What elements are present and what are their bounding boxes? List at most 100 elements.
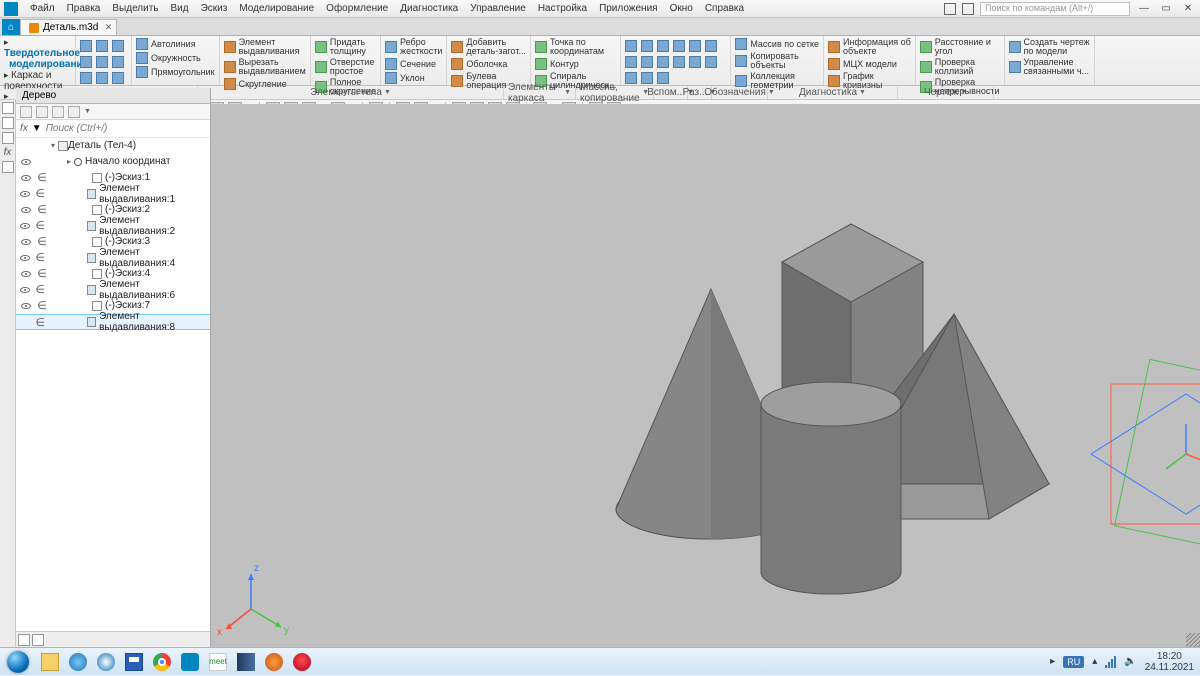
pb-icon[interactable]: [32, 634, 44, 646]
redo-icon[interactable]: [112, 56, 124, 68]
rib-icon[interactable]: [641, 72, 653, 84]
ribbon-category[interactable]: Чертеж▼: [898, 86, 994, 99]
ribbon-command[interactable]: Сечение: [385, 58, 442, 70]
command-search[interactable]: Поиск по командам (Alt+/): [980, 2, 1130, 16]
minimize-button[interactable]: —: [1136, 2, 1152, 16]
eps-icon[interactable]: ∈: [37, 235, 47, 248]
home-tab[interactable]: ⌂: [2, 19, 20, 35]
layout-icon[interactable]: [944, 3, 956, 15]
rib-icon[interactable]: [673, 40, 685, 52]
rib-icon[interactable]: [673, 56, 685, 68]
ribbon-command[interactable]: Управлениесвязанными ч...: [1009, 58, 1090, 76]
eps-icon[interactable]: ∈: [37, 299, 47, 312]
ribbon-command[interactable]: Массив по сетке: [735, 38, 819, 50]
ribbon-command[interactable]: Расстояние иугол: [920, 38, 1000, 56]
pt-icon[interactable]: [36, 106, 48, 118]
ribbon-command[interactable]: Уклон: [385, 72, 442, 84]
maximize-button[interactable]: ▭: [1158, 2, 1174, 16]
tb-ie-icon[interactable]: [65, 651, 91, 673]
ribbon-category[interactable]: Обозначения▼: [712, 86, 768, 99]
eye-icon[interactable]: [20, 191, 30, 197]
tb-meet-icon[interactable]: meet: [205, 651, 231, 673]
ribbon-mode-switch[interactable]: ▸ Твердотельное моделирование ▸ Каркас и…: [0, 36, 76, 85]
feature-tree[interactable]: ▾ Деталь (Тел-4) ▸ Начало координат ∈(-)…: [16, 138, 210, 330]
rib-icon[interactable]: [641, 56, 653, 68]
tb-wmp-icon[interactable]: [93, 651, 119, 673]
rib-icon[interactable]: [625, 56, 637, 68]
tb-save-icon[interactable]: [121, 651, 147, 673]
close-button[interactable]: ✕: [1180, 2, 1196, 16]
tree-item[interactable]: ∈Элемент выдавливания:6: [16, 282, 210, 298]
undo-icon[interactable]: [96, 56, 108, 68]
eps-icon[interactable]: ∈: [37, 171, 47, 184]
ribbon-command[interactable]: Вырезатьвыдавливанием: [224, 58, 306, 76]
pt-icon[interactable]: [52, 106, 64, 118]
eye-icon[interactable]: [21, 271, 31, 277]
ribbon-command[interactable]: Реброжесткости: [385, 38, 442, 56]
rib-icon[interactable]: [705, 40, 717, 52]
ribbon-command[interactable]: Точка покоординатам: [535, 38, 616, 56]
rib-icon[interactable]: [657, 56, 669, 68]
copy-icon[interactable]: [80, 72, 92, 84]
menu-formatting[interactable]: Оформление: [320, 3, 394, 14]
menu-apps[interactable]: Приложения: [593, 3, 664, 14]
rib-icon[interactable]: [625, 40, 637, 52]
tab-close-icon[interactable]: ✕: [105, 22, 113, 33]
menu-select[interactable]: Выделить: [106, 3, 164, 14]
network-icon[interactable]: [1105, 656, 1116, 668]
eps-icon[interactable]: ∈: [35, 283, 45, 296]
fx-icon[interactable]: fx: [4, 147, 12, 158]
tray-flag-icon[interactable]: ▸: [1050, 656, 1055, 667]
ribbon-command[interactable]: МЦХ модели: [828, 58, 911, 70]
start-button[interactable]: [0, 648, 36, 676]
tree-search-input[interactable]: [46, 123, 206, 134]
eps-icon[interactable]: ∈: [35, 219, 45, 232]
ribbon-command[interactable]: Элементвыдавливания: [224, 38, 306, 56]
menu-diagnostics[interactable]: Диагностика: [394, 3, 464, 14]
tb-opera-icon[interactable]: [289, 651, 315, 673]
ribbon-command[interactable]: Прямоугольник: [136, 66, 215, 78]
clock[interactable]: 18:2024.11.2021: [1145, 651, 1194, 673]
eye-icon[interactable]: [21, 207, 31, 213]
lang-indicator[interactable]: RU: [1063, 656, 1084, 668]
tree-item[interactable]: ∈Элемент выдавливания:8: [16, 314, 210, 330]
tree-item[interactable]: ∈Элемент выдавливания:1: [16, 186, 210, 202]
filter-icon[interactable]: ▼: [32, 123, 42, 134]
menu-view[interactable]: Вид: [165, 3, 195, 14]
resize-grip[interactable]: [1186, 633, 1200, 647]
print-icon[interactable]: [80, 56, 92, 68]
ribbon-command[interactable]: Копироватьобъекты: [735, 52, 819, 70]
ribbon-command[interactable]: Окружность: [136, 52, 215, 64]
ribbon-command[interactable]: Информация обобъекте: [828, 38, 911, 56]
rib-icon[interactable]: [689, 56, 701, 68]
ribbon-category[interactable]: Диагностика▼: [768, 86, 898, 99]
menu-manage[interactable]: Управление: [464, 3, 532, 14]
tree-origin[interactable]: ▸ Начало координат: [16, 154, 210, 170]
ribbon-category[interactable]: Массив, копирование▼: [576, 86, 654, 99]
tb-kompas-icon[interactable]: [177, 651, 203, 673]
new-icon[interactable]: [80, 40, 92, 52]
pb-icon[interactable]: [18, 634, 30, 646]
menu-modeling[interactable]: Моделирование: [233, 3, 320, 14]
document-tab[interactable]: Деталь.m3d ✕: [20, 19, 117, 35]
eps-icon[interactable]: ∈: [37, 267, 47, 280]
tb-app-icon[interactable]: [233, 651, 259, 673]
eps-icon[interactable]: ∈: [37, 203, 47, 216]
menu-settings[interactable]: Настройка: [532, 3, 593, 14]
rib-icon[interactable]: [689, 40, 701, 52]
eye-icon[interactable]: [21, 159, 31, 165]
ls-icon[interactable]: [2, 117, 14, 129]
props-icon[interactable]: [112, 72, 124, 84]
tray-icon[interactable]: ▴: [1092, 656, 1097, 667]
ls-icon[interactable]: [2, 132, 14, 144]
eye-icon[interactable]: [21, 303, 31, 309]
tb-chrome-icon[interactable]: [149, 651, 175, 673]
ribbon-category[interactable]: Элементы тела▼: [198, 86, 504, 99]
tree-root[interactable]: ▾ Деталь (Тел-4): [16, 138, 210, 154]
viewport-3d[interactable]: z y x: [211, 104, 1200, 647]
menu-edit[interactable]: Правка: [61, 3, 107, 14]
ribbon-command[interactable]: Отверстиепростое: [315, 58, 376, 76]
open-icon[interactable]: [96, 40, 108, 52]
ribbon-command[interactable]: Добавитьдеталь-загот...: [451, 38, 526, 56]
ribbon-command[interactable]: Создать чертежпо модели: [1009, 38, 1090, 56]
